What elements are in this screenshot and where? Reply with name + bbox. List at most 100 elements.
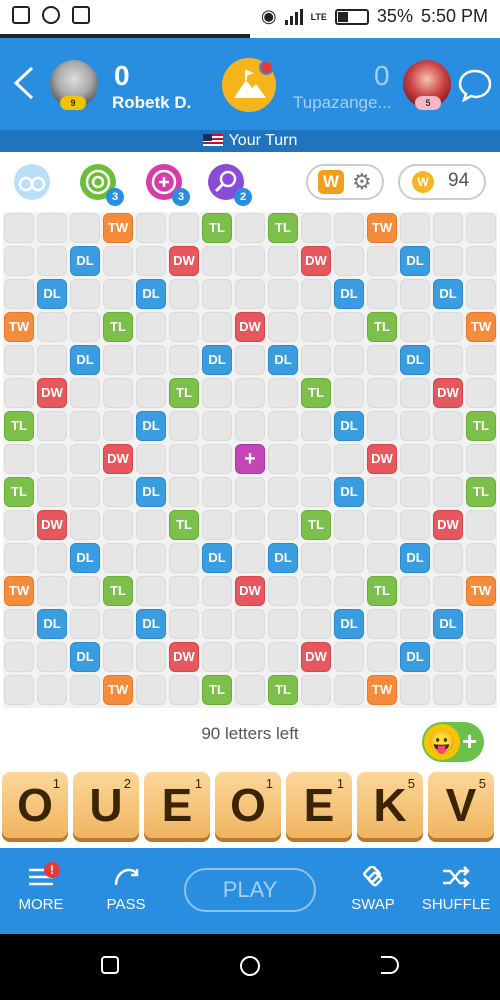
board-cell[interactable] — [268, 378, 298, 408]
board-cell[interactable] — [70, 477, 100, 507]
board-cell[interactable] — [433, 345, 463, 375]
board-cell[interactable] — [103, 411, 133, 441]
board-cell[interactable] — [235, 477, 265, 507]
board-cell[interactable] — [301, 675, 331, 705]
board-cell[interactable] — [37, 543, 67, 573]
board-cell-tl[interactable]: TL — [268, 213, 298, 243]
board-cell-dl[interactable]: DL — [70, 642, 100, 672]
board-cell[interactable] — [136, 444, 166, 474]
board-cell[interactable] — [169, 675, 199, 705]
letter-tile[interactable]: O1 — [215, 772, 281, 838]
board-cell[interactable] — [367, 378, 397, 408]
board-cell[interactable] — [37, 675, 67, 705]
board-cell[interactable] — [367, 411, 397, 441]
board-cell-dl[interactable]: DL — [70, 246, 100, 276]
board-cell[interactable] — [169, 279, 199, 309]
board-cell[interactable] — [466, 279, 496, 309]
board-cell[interactable] — [4, 279, 34, 309]
board-cell[interactable] — [202, 444, 232, 474]
chevron-left-icon[interactable] — [10, 66, 36, 100]
board-cell[interactable] — [202, 609, 232, 639]
board-cell-dl[interactable]: DL — [334, 609, 364, 639]
board-cell-tl[interactable]: TL — [202, 213, 232, 243]
board-cell-dl[interactable]: DL — [433, 609, 463, 639]
board-cell-tl[interactable]: TL — [169, 378, 199, 408]
board-cell[interactable] — [268, 312, 298, 342]
board-cell[interactable] — [4, 675, 34, 705]
board-cell[interactable] — [466, 444, 496, 474]
board-cell[interactable] — [466, 642, 496, 672]
board-cell[interactable] — [367, 642, 397, 672]
board-cell[interactable] — [169, 444, 199, 474]
board-cell[interactable] — [70, 609, 100, 639]
mountain-flag-icon[interactable] — [222, 58, 276, 112]
board-cell[interactable] — [103, 477, 133, 507]
board-cell-dl[interactable]: DL — [433, 279, 463, 309]
board-cell-tl[interactable]: TL — [367, 312, 397, 342]
magnifier-icon[interactable]: 2 — [208, 164, 252, 206]
board-cell-dw[interactable]: DW — [367, 444, 397, 474]
board-cell[interactable] — [136, 543, 166, 573]
board-cell[interactable] — [334, 246, 364, 276]
board-cell[interactable] — [301, 279, 331, 309]
board-cell[interactable] — [4, 510, 34, 540]
board-cell[interactable] — [70, 510, 100, 540]
board-cell[interactable] — [169, 411, 199, 441]
board-cell[interactable] — [103, 279, 133, 309]
board-cell[interactable] — [103, 543, 133, 573]
board-cell-tl[interactable]: TL — [4, 477, 34, 507]
board-cell[interactable] — [37, 411, 67, 441]
board-cell-dw[interactable]: DW — [103, 444, 133, 474]
board-cell[interactable] — [202, 477, 232, 507]
board-cell[interactable] — [70, 312, 100, 342]
board-cell-dl[interactable]: DL — [334, 477, 364, 507]
board-cell[interactable] — [334, 378, 364, 408]
board-cell[interactable] — [202, 312, 232, 342]
swap-button[interactable]: SWAP — [342, 866, 404, 913]
board-cell[interactable] — [301, 576, 331, 606]
board-cell-dl[interactable]: DL — [136, 411, 166, 441]
board-cell[interactable] — [334, 312, 364, 342]
board-cell[interactable] — [433, 477, 463, 507]
board-cell[interactable] — [367, 246, 397, 276]
board-cell[interactable] — [37, 576, 67, 606]
board-cell[interactable] — [268, 246, 298, 276]
board-cell-dw[interactable]: DW — [169, 246, 199, 276]
home-icon[interactable] — [240, 956, 260, 976]
board-cell[interactable] — [169, 477, 199, 507]
board-cell-tw[interactable]: TW — [103, 675, 133, 705]
board-cell[interactable] — [268, 411, 298, 441]
board-cell[interactable] — [400, 477, 430, 507]
board-cell-tl[interactable]: TL — [301, 510, 331, 540]
board-cell-dw[interactable]: DW — [37, 510, 67, 540]
board-cell[interactable] — [400, 378, 430, 408]
board-cell[interactable] — [301, 213, 331, 243]
board-cell[interactable] — [367, 510, 397, 540]
board-cell[interactable] — [4, 444, 34, 474]
board-cell[interactable] — [466, 213, 496, 243]
board-cell[interactable] — [70, 675, 100, 705]
board-cell[interactable] — [235, 213, 265, 243]
board-cell[interactable] — [202, 246, 232, 276]
board-cell[interactable] — [301, 345, 331, 375]
board-cell[interactable] — [400, 444, 430, 474]
board-cell-dl[interactable]: DL — [136, 477, 166, 507]
board-cell[interactable] — [367, 543, 397, 573]
board-cell-dw[interactable]: DW — [301, 642, 331, 672]
board-cell[interactable] — [400, 510, 430, 540]
board-cell[interactable] — [70, 444, 100, 474]
board-cell[interactable] — [169, 609, 199, 639]
board-cell[interactable] — [169, 312, 199, 342]
board-cell-dw[interactable]: DW — [169, 642, 199, 672]
board-cell[interactable] — [136, 675, 166, 705]
board-cell-dw[interactable]: DW — [235, 312, 265, 342]
word-settings-button[interactable]: W ⚙ — [306, 164, 384, 200]
board-cell[interactable] — [235, 675, 265, 705]
board-cell[interactable] — [136, 510, 166, 540]
glasses-icon[interactable] — [14, 164, 50, 200]
chat-bubble-icon[interactable] — [458, 68, 492, 102]
board-cell[interactable] — [4, 213, 34, 243]
board-cell-dl[interactable]: DL — [268, 543, 298, 573]
board-cell-dl[interactable]: DL — [268, 345, 298, 375]
board-cell-tl[interactable]: TL — [466, 477, 496, 507]
